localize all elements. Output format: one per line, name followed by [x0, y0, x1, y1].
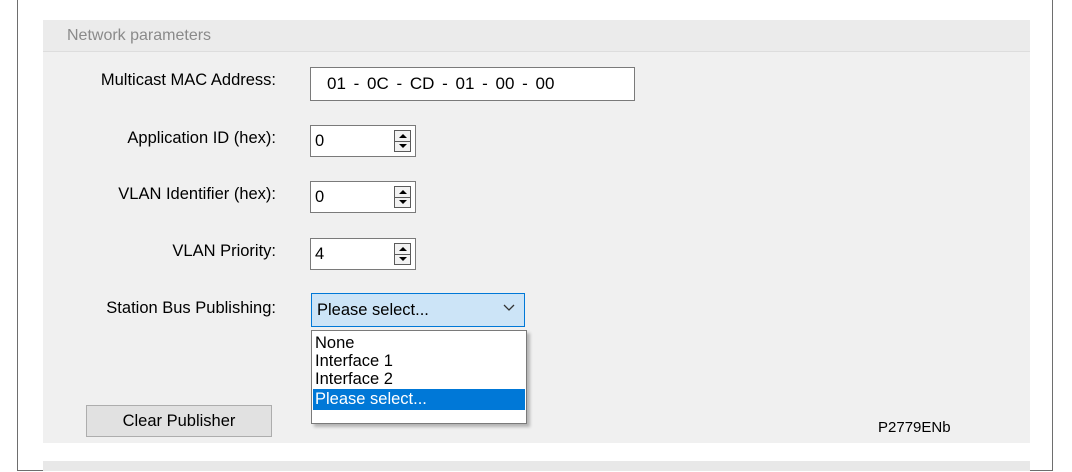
- vlan-priority-value: 4: [315, 245, 325, 263]
- spin-updown-icon[interactable]: [394, 186, 411, 208]
- bottom-strip: [43, 461, 1030, 471]
- application-id-label: Application ID (hex):: [127, 129, 276, 147]
- application-id-spinner[interactable]: 0: [310, 125, 416, 157]
- vlan-priority-label: VLAN Priority:: [172, 242, 276, 260]
- figure-reference: P2779ENb: [878, 419, 951, 436]
- dropdown-option-interface-2[interactable]: Interface 2: [313, 369, 525, 390]
- chevron-down-icon[interactable]: [502, 301, 516, 315]
- vlan-identifier-label: VLAN Identifier (hex):: [118, 185, 276, 203]
- spin-updown-icon[interactable]: [394, 130, 411, 152]
- dropdown-option-please-select[interactable]: Please select...: [313, 389, 525, 410]
- spin-down-button[interactable]: [395, 141, 410, 151]
- station-bus-select[interactable]: Please select...: [311, 293, 525, 327]
- mac-address-field[interactable]: 01 - 0C - CD - 01 - 00 - 00: [310, 67, 635, 101]
- vlan-identifier-value: 0: [315, 188, 325, 206]
- clear-publisher-button[interactable]: Clear Publisher: [86, 405, 272, 437]
- spin-updown-icon[interactable]: [394, 243, 411, 265]
- station-bus-dropdown-list: None Interface 1 Interface 2 Please sele…: [311, 330, 527, 424]
- station-bus-label: Station Bus Publishing:: [106, 299, 276, 317]
- spin-down-button[interactable]: [395, 254, 410, 264]
- application-id-value: 0: [315, 132, 325, 150]
- group-header: Network parameters: [43, 20, 1030, 52]
- station-bus-selected-value: Please select...: [317, 301, 429, 319]
- vlan-priority-spinner[interactable]: 4: [310, 238, 416, 270]
- mac-address-label: Multicast MAC Address:: [100, 71, 276, 89]
- spin-down-button[interactable]: [395, 197, 410, 207]
- group-title: Network parameters: [67, 27, 212, 44]
- vlan-identifier-spinner[interactable]: 0: [310, 181, 416, 213]
